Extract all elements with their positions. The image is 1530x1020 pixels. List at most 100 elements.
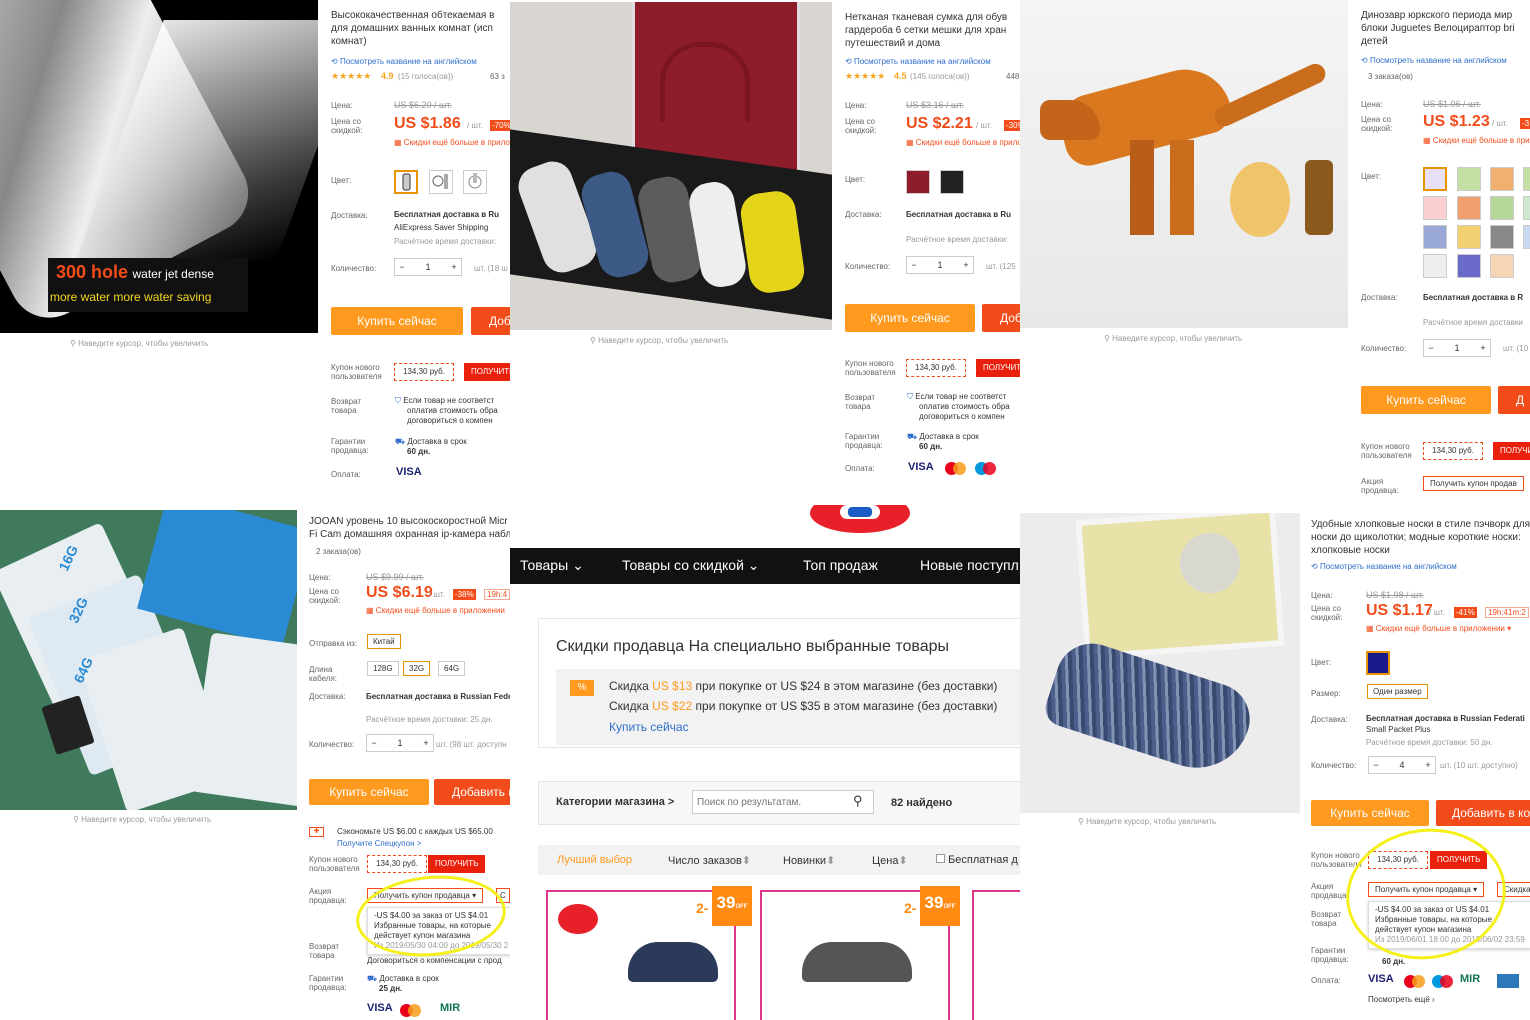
shipping-method[interactable]: AliExpress Saver Shipping: [394, 223, 488, 232]
color-swatch-red[interactable]: [906, 170, 930, 194]
qty-plus-button[interactable]: +: [447, 262, 461, 272]
product-title-line1[interactable]: Высококачественная обтекаемая в: [331, 9, 494, 22]
english-title-link[interactable]: ⟲ Посмотреть название на английском: [1311, 562, 1457, 571]
buy-now-button[interactable]: Купить сейчас: [1361, 386, 1491, 414]
color-swatch-1[interactable]: [394, 170, 418, 194]
product-title-line2[interactable]: носки до щиколотки; модные короткие носк…: [1311, 531, 1521, 544]
product-image-socks[interactable]: [1020, 513, 1300, 813]
delivery-option[interactable]: Бесплатная доставка в Ru: [906, 210, 1011, 219]
product-card-3[interactable]: [972, 890, 1020, 1020]
product-card-2[interactable]: 39OFF 2-: [760, 886, 960, 1020]
product-image-shower[interactable]: 300 hole water jet dense more water more…: [0, 0, 318, 333]
color-swatch-3[interactable]: [463, 170, 487, 194]
product-image-dinosaur[interactable]: [1020, 0, 1348, 328]
qty-minus-button[interactable]: −: [907, 260, 921, 270]
add-to-cart-button[interactable]: Добавить в кор: [1436, 800, 1530, 826]
delivery-option[interactable]: Бесплатная доставка в Russian Federati: [1366, 714, 1525, 723]
quantity-stepper[interactable]: −4 +: [1368, 756, 1436, 774]
product-title-line2[interactable]: для домашних ванных комнат (исп: [331, 22, 493, 35]
qty-plus-button[interactable]: +: [1421, 760, 1435, 770]
search-icon[interactable]: ⚲: [853, 793, 863, 809]
buy-now-button[interactable]: Купить сейчас: [845, 304, 975, 332]
nav-top-sales[interactable]: Топ продаж: [803, 557, 878, 573]
product-title-line1[interactable]: Удобные хлопковые носки в стиле пэчворк …: [1311, 518, 1530, 531]
sort-price[interactable]: Цена⬍: [872, 854, 908, 867]
dino-variant-6[interactable]: [1457, 196, 1481, 220]
quantity-stepper[interactable]: −1 +: [906, 256, 974, 274]
quantity-stepper[interactable]: −1 +: [366, 734, 434, 752]
show-more-link[interactable]: Посмотреть ещё ›: [1368, 995, 1435, 1004]
app-discount-link[interactable]: ▦ Скидки ещё больше в приложении: [906, 138, 1020, 147]
buy-now-button[interactable]: Купить сейчас: [309, 779, 429, 805]
qty-input[interactable]: 1: [1438, 343, 1476, 353]
dino-variant-5[interactable]: [1423, 196, 1447, 220]
qty-plus-button[interactable]: +: [1476, 343, 1490, 353]
seller-coupon-dropdown[interactable]: Получить купон продавца ▾: [367, 888, 484, 903]
votes-count[interactable]: (145 голоса(ов)): [910, 72, 970, 81]
dino-variant-13[interactable]: [1423, 254, 1447, 278]
dino-variant-2[interactable]: [1457, 167, 1481, 191]
cable-option-32g[interactable]: 32G: [403, 661, 431, 676]
delivery-option[interactable]: Бесплатная доставка в Ru: [394, 210, 499, 219]
qty-plus-button[interactable]: +: [959, 260, 973, 270]
app-discount-link[interactable]: ▦ Скидки ещё больше в приложении: [366, 606, 505, 615]
get-coupon-button[interactable]: ПОЛУЧИТЬ: [1493, 442, 1530, 460]
product-title-line1[interactable]: JOOAN уровень 10 высокоскоростной Micr: [309, 515, 508, 528]
cable-option-64g[interactable]: 64G: [438, 661, 466, 676]
get-coupon-button[interactable]: ПОЛУЧИТЬ: [976, 359, 1020, 377]
seller-coupon-dropdown-2[interactable]: С: [496, 888, 510, 903]
dino-variant-3[interactable]: [1490, 167, 1514, 191]
qty-input[interactable]: 1: [409, 262, 447, 272]
add-to-cart-button[interactable]: Доб: [982, 304, 1020, 332]
english-title-link[interactable]: ⟲ Посмотреть название на английском: [845, 57, 991, 66]
get-coupon-button[interactable]: ПОЛУЧИТЬ: [428, 855, 486, 873]
product-card-1[interactable]: 39OFF 2-: [546, 886, 752, 1020]
dino-variant-9[interactable]: [1423, 225, 1447, 249]
dino-variant-4[interactable]: [1523, 167, 1530, 191]
product-image-memory-cards[interactable]: 16G 32G 64G: [0, 510, 297, 810]
qty-input[interactable]: 4: [1383, 760, 1421, 770]
store-categories-link[interactable]: Категории магазина >: [556, 796, 674, 808]
dino-variant-8[interactable]: [1523, 196, 1530, 220]
product-image-shoe-bag[interactable]: [510, 2, 832, 330]
qty-minus-button[interactable]: −: [367, 738, 381, 748]
sort-best-match[interactable]: Лучший выбор: [557, 854, 632, 866]
store-logo[interactable]: [810, 505, 910, 533]
nav-products[interactable]: Товары ⌄: [520, 557, 584, 574]
app-discount-link[interactable]: ▦ Скидки ещё больше в приложении: [394, 138, 510, 147]
qty-minus-button[interactable]: −: [1424, 343, 1438, 353]
nav-discounted[interactable]: Товары со скидкой ⌄: [622, 557, 760, 574]
product-title-line1[interactable]: Нетканая тканевая сумка для обув: [845, 11, 1007, 24]
seller-coupon-dropdown[interactable]: Получить купон продав: [1423, 476, 1524, 491]
product-title-line1[interactable]: Динозавр юркского периода мир: [1361, 9, 1512, 22]
shipping-method[interactable]: Small Packet Plus: [1366, 725, 1430, 734]
qty-plus-button[interactable]: +: [419, 738, 433, 748]
votes-count[interactable]: (15 голоса(ов)): [398, 72, 453, 81]
app-discount-link[interactable]: ▦ Скидки ещё больше в приложении: [1423, 136, 1530, 145]
search-results-input[interactable]: [692, 790, 874, 814]
add-to-cart-button[interactable]: Добавить в: [434, 779, 510, 805]
product-title-line3[interactable]: хлопковые носки: [1311, 544, 1390, 557]
add-to-cart-button[interactable]: Доб: [471, 307, 510, 335]
dino-variant-7[interactable]: [1490, 196, 1514, 220]
get-coupon-button[interactable]: ПОЛУЧИТЬ: [464, 363, 510, 381]
special-coupon-link[interactable]: Получите Спецкупон >: [337, 839, 421, 848]
cable-option-128g[interactable]: 128G: [367, 661, 399, 676]
product-title-line2[interactable]: блоки Juguetes Велоцираптор bri: [1361, 22, 1515, 35]
dino-variant-11[interactable]: [1490, 225, 1514, 249]
dino-variant-14[interactable]: [1457, 254, 1481, 278]
seller-coupon-dropdown[interactable]: Получить купон продавца ▾: [1368, 882, 1485, 897]
english-title-link[interactable]: ⟲ Посмотреть название на английском: [331, 57, 477, 66]
dino-variant-10[interactable]: [1457, 225, 1481, 249]
dino-variant-1[interactable]: [1423, 167, 1447, 191]
color-swatch-2[interactable]: [429, 170, 453, 194]
app-discount-link[interactable]: ▦ Скидки ещё больше в приложении ▾: [1366, 624, 1511, 633]
delivery-option[interactable]: Бесплатная доставка в Russian Fede: [366, 692, 510, 701]
qty-input[interactable]: 1: [381, 738, 419, 748]
product-title-line2[interactable]: Fi Cam домашняя охранная ip-камера набл: [309, 528, 510, 541]
english-title-link[interactable]: ⟲ Посмотреть название на английском: [1361, 56, 1507, 65]
product-title-line3[interactable]: комнат): [331, 35, 367, 48]
sort-orders[interactable]: Число заказов⬍: [668, 854, 751, 867]
nav-new-arrivals[interactable]: Новые поступл: [920, 557, 1019, 573]
dino-variant-15[interactable]: [1490, 254, 1514, 278]
